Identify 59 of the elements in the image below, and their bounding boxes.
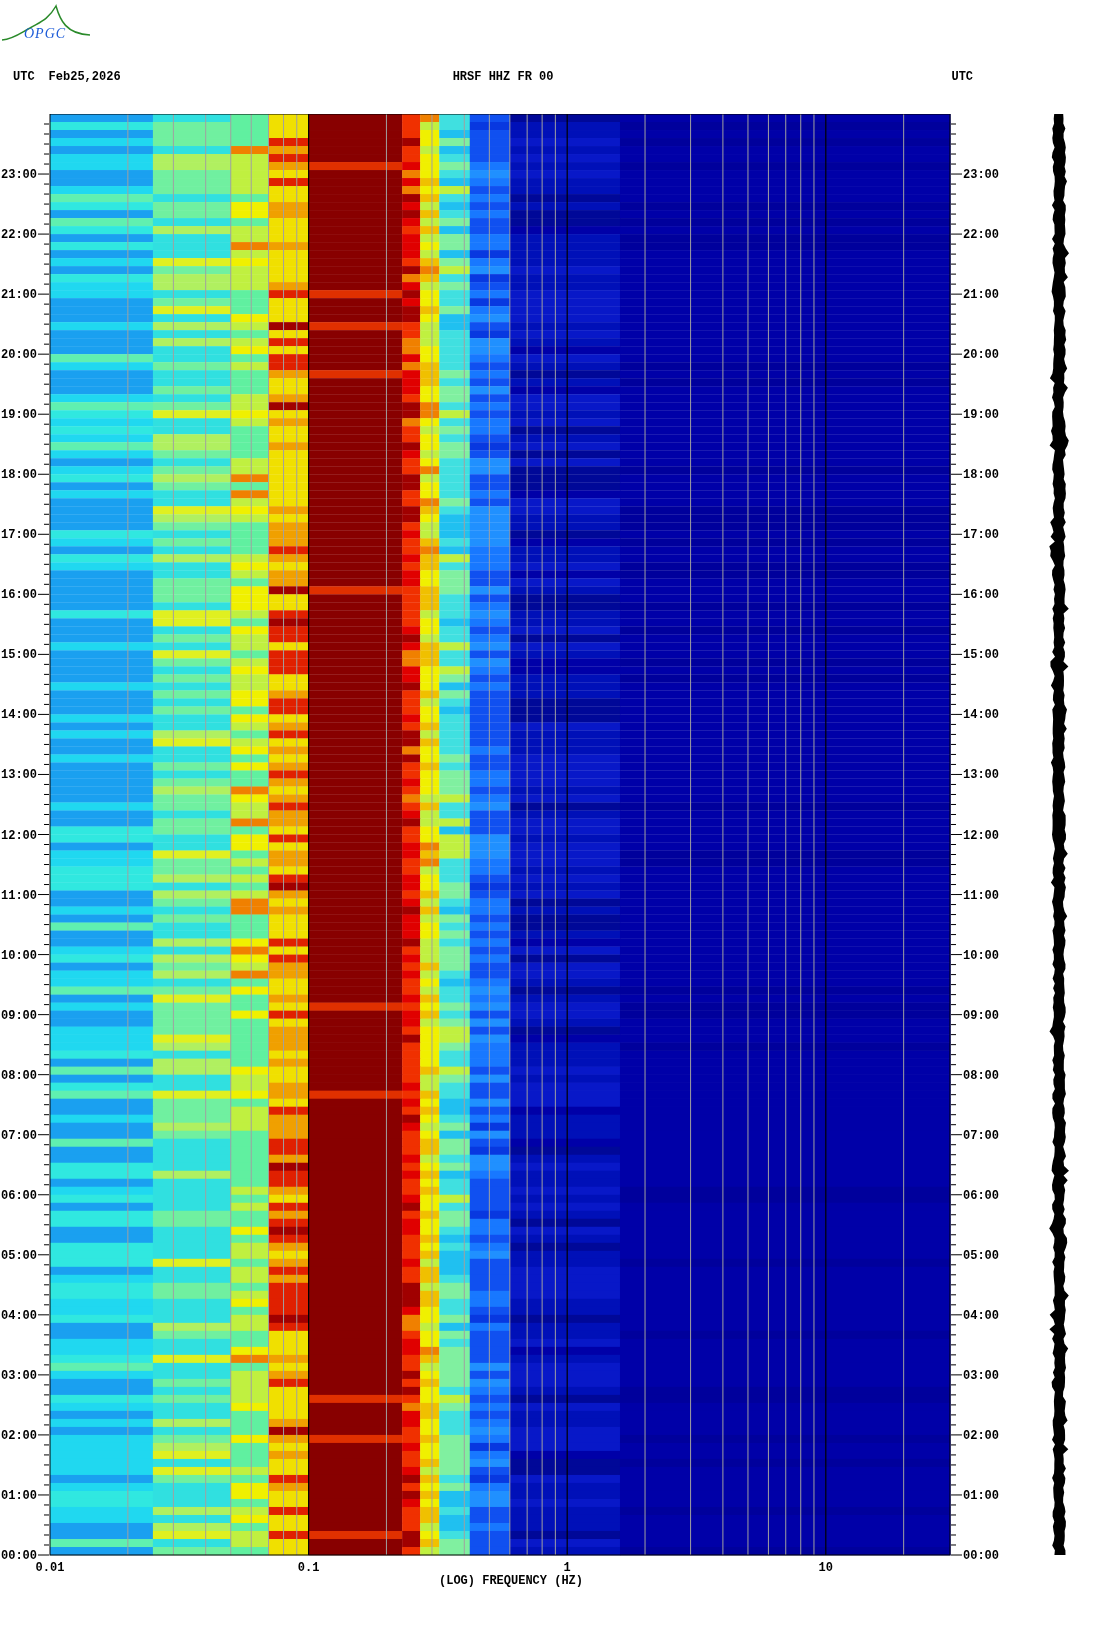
time-label: 21:00	[1, 288, 37, 303]
time-label: 17:00	[1, 528, 37, 543]
frequency-tick-label: 0.1	[297, 1561, 320, 1575]
time-label: 08:00	[1, 1068, 37, 1083]
time-label: 20:00	[1, 348, 37, 363]
time-label: 16:00	[1, 588, 37, 603]
time-label: 05:00	[963, 1248, 999, 1263]
time-label: 22:00	[1, 228, 37, 243]
time-label: 09:00	[963, 1008, 999, 1023]
time-label: 01:00	[1, 1488, 37, 1503]
time-label: 14:00	[1, 708, 37, 723]
time-label: 04:00	[1, 1308, 37, 1323]
timezone-label: UTC	[951, 70, 974, 84]
time-label: 10:00	[1, 948, 37, 963]
time-label: 19:00	[1, 408, 37, 423]
time-label: 14:00	[963, 708, 999, 723]
time-label: 06:00	[1, 1188, 37, 1203]
time-label: 03:00	[963, 1368, 999, 1383]
time-label: 23:00	[963, 168, 999, 183]
time-label: 16:00	[963, 588, 999, 603]
time-label: 02:00	[1, 1428, 37, 1443]
time-label: 03:00	[1, 1368, 37, 1383]
station-title: HRSF HHZ FR 00	[452, 70, 554, 84]
time-label: 19:00	[963, 408, 999, 423]
time-label: 20:00	[963, 348, 999, 363]
time-label: 06:00	[963, 1188, 999, 1203]
time-label: 12:00	[1, 828, 37, 843]
mountain-logo-icon	[0, 2, 92, 44]
date-label: Feb25,2026	[48, 70, 121, 84]
time-label: 09:00	[1, 1008, 37, 1023]
frequency-tick-label: 0.01	[35, 1561, 65, 1575]
time-label: 02:00	[963, 1428, 999, 1443]
time-label: 10:00	[963, 948, 999, 963]
time-label: 18:00	[963, 468, 999, 483]
timezone-label: UTC	[13, 70, 35, 84]
time-label: 04:00	[963, 1308, 999, 1323]
axis-title: (LOG) FREQUENCY (HZ)	[439, 1574, 583, 1588]
time-label: 17:00	[963, 528, 999, 543]
time-label: 01:00	[963, 1488, 999, 1503]
time-label: 13:00	[963, 768, 999, 783]
time-label: 22:00	[963, 228, 999, 243]
time-label: 15:00	[963, 648, 999, 663]
time-label: 05:00	[1, 1248, 37, 1263]
time-label: 13:00	[1, 768, 37, 783]
time-label: 07:00	[963, 1128, 999, 1143]
time-label: 15:00	[1, 648, 37, 663]
time-label: 23:00	[1, 168, 37, 183]
time-label: 00:00	[1, 1549, 37, 1563]
time-label: 12:00	[963, 828, 999, 843]
time-label: 11:00	[963, 888, 999, 903]
time-label: 21:00	[963, 288, 999, 303]
time-label: 07:00	[1, 1128, 37, 1143]
frequency-tick-label: 1	[563, 1561, 571, 1575]
time-label: 00:00	[963, 1549, 999, 1563]
time-label: 08:00	[963, 1068, 999, 1083]
frequency-tick-label: 10	[818, 1561, 833, 1575]
time-label: 11:00	[1, 888, 37, 903]
logo-text: OPGC	[24, 26, 67, 42]
time-label: 18:00	[1, 468, 37, 483]
